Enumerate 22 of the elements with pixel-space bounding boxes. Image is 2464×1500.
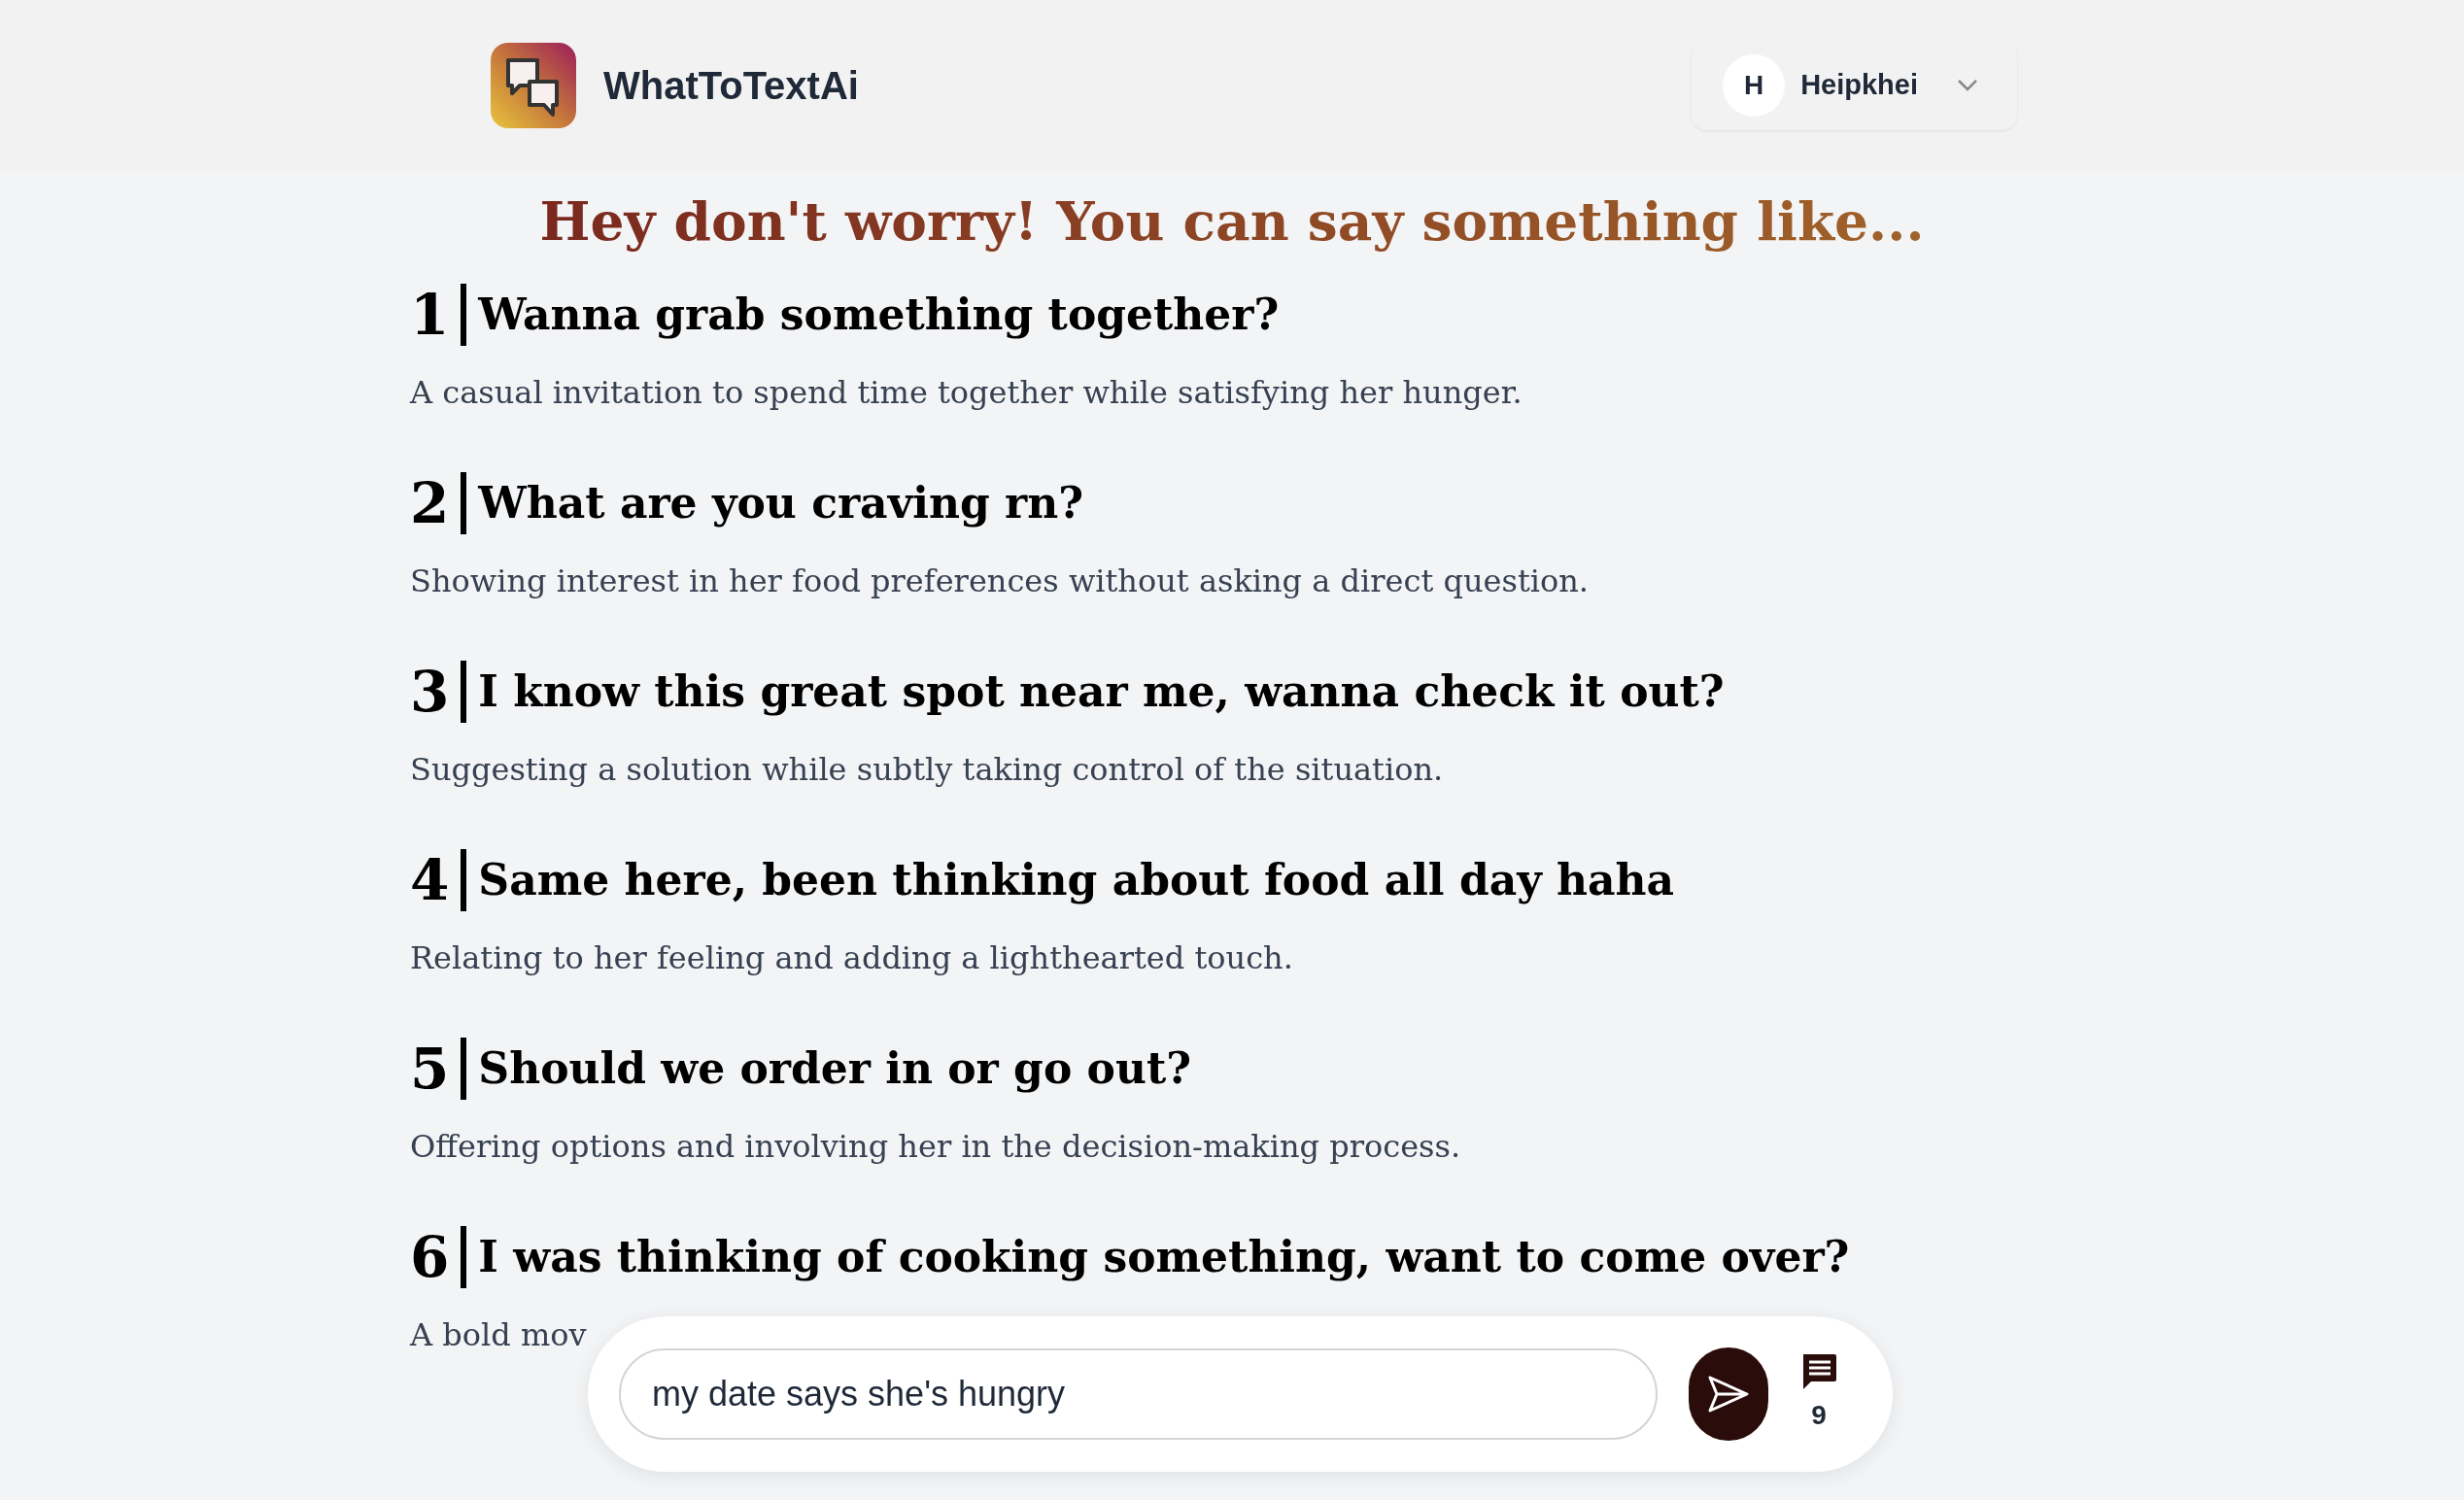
user-menu[interactable]: H Heipkhei <box>1692 40 2017 130</box>
send-icon <box>1707 1375 1750 1414</box>
suggestion-number: 2 <box>410 474 450 531</box>
suggestion-number: 4 <box>410 851 450 908</box>
chat-bubbles-logo-icon <box>491 42 576 128</box>
user-avatar: H <box>1723 53 1786 117</box>
user-name: Heipkhei <box>1800 67 1918 102</box>
suggestion-number: 1 <box>410 286 450 343</box>
message-input[interactable]: my date says she's hungry <box>619 1348 1658 1440</box>
chevron-down-icon <box>1957 78 1978 92</box>
suggestion-number: 3 <box>410 663 450 720</box>
suggestion-description: A casual invitation to spend time together while satisfying her hunger. <box>410 372 1523 412</box>
suggestion-description: Offering options and involving her in the decision-making process. <box>410 1126 1461 1166</box>
suggestion-number: 5 <box>410 1040 450 1097</box>
message-count: 9 <box>1811 1399 1827 1432</box>
suggestion-description: Showing interest in her food preferences without asking a direct question. <box>410 561 1589 600</box>
suggestion-description: A bold mov <box>410 1314 587 1354</box>
message-count-button[interactable]: 9 <box>1799 1352 1838 1436</box>
brand-name: WhatToTextAi <box>603 62 859 109</box>
suggestion-description: Relating to her feeling and adding a lighthearted touch. <box>410 938 1293 977</box>
suggestion-description: Suggesting a solution while subtly taking control of the situation. <box>410 749 1444 789</box>
suggestion-number: 6 <box>410 1228 450 1285</box>
